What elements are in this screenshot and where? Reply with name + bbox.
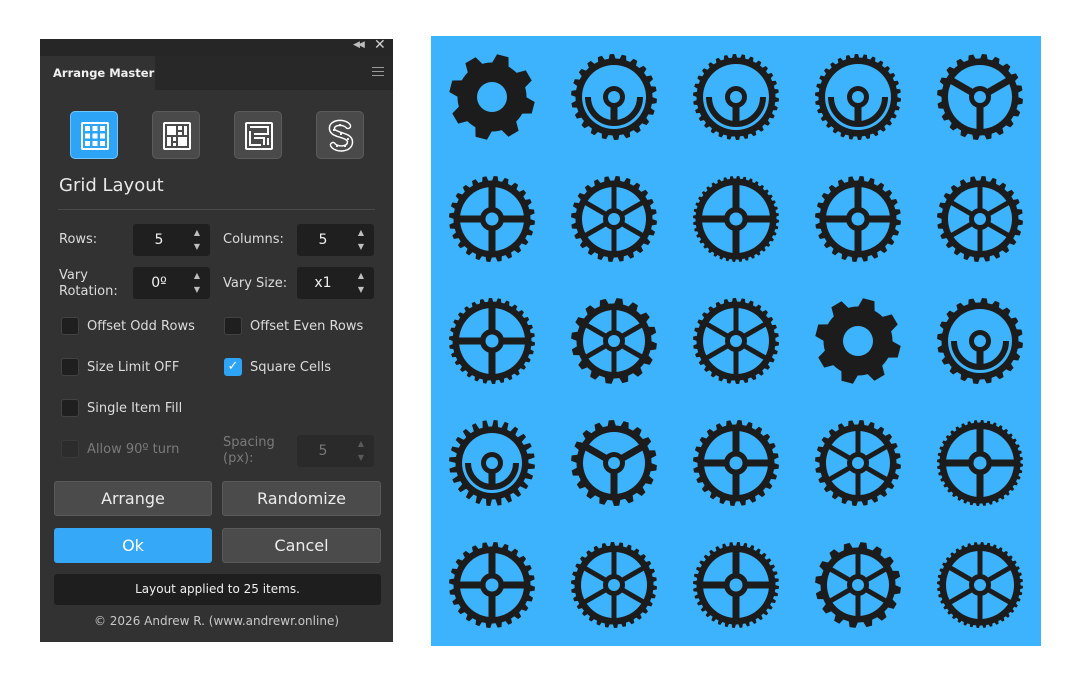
spacing-down-icon: ▼ [357,453,365,462]
gear-icon[interactable] [935,540,1025,630]
gear-icon[interactable] [935,52,1025,142]
square-cells-label[interactable]: Square Cells [250,360,331,376]
grid-layout-mode-button[interactable] [70,111,118,159]
gear-icon[interactable] [813,540,903,630]
panel-title-bar: ◀◀ ✕ [40,37,393,56]
panel-tab-strip: Arrange Master [40,56,393,90]
gear-icon[interactable] [447,52,537,142]
vary-rotation-down-icon[interactable]: ▼ [191,284,203,296]
section-divider [58,209,375,210]
ok-button[interactable]: Ok [54,528,212,563]
gear-icon[interactable] [691,52,781,142]
size-limit-label[interactable]: Size Limit OFF [87,360,179,376]
arrange-master-panel: ◀◀ ✕ Arrange Master Grid Layout Rows: 5 … [40,37,393,642]
single-item-fill-label[interactable]: Single Item Fill [87,401,182,417]
tab-arrange-master[interactable]: Arrange Master [40,56,155,90]
square-cells-checkbox[interactable]: ✓ [224,358,242,376]
rows-down-icon[interactable]: ▼ [191,241,203,253]
gear-icon[interactable] [447,540,537,630]
columns-down-icon[interactable]: ▼ [355,241,367,253]
gear-icon[interactable] [691,296,781,386]
vary-rotation-label-line2: Rotation: [59,284,118,299]
vary-rotation-label: Vary Rotation: [59,268,118,300]
offset-odd-rows-checkbox[interactable] [61,317,79,335]
vary-size-down-icon[interactable]: ▼ [355,284,367,296]
randomize-button[interactable]: Randomize [222,481,381,516]
spacing-stepper: 5 ▲ ▼ [297,435,374,467]
allow-90-turn-label: Allow 90º turn [87,442,180,457]
gear-icon[interactable] [569,540,659,630]
offset-even-rows-checkbox[interactable] [224,317,242,335]
spacing-up-icon: ▲ [357,439,365,448]
checkmark-icon: ✓ [227,359,239,374]
gear-icon[interactable] [813,174,903,264]
vary-size-value[interactable]: x1 [297,267,349,299]
rows-value[interactable]: 5 [133,224,185,256]
cancel-button[interactable]: Cancel [222,528,381,563]
vary-rotation-label-line1: Vary [59,268,88,283]
gear-icon[interactable] [691,418,781,508]
gear-icon[interactable] [691,540,781,630]
close-icon[interactable]: ✕ [374,37,386,53]
columns-label: Columns: [223,232,284,247]
gear-icon[interactable] [813,296,903,386]
columns-stepper[interactable]: 5 ▲ ▼ [297,224,374,256]
collapse-icon[interactable]: ◀◀ [353,40,365,50]
path-s-icon [328,119,354,152]
vary-rotation-value[interactable]: 0º [133,267,185,299]
tab-label: Arrange Master [53,66,155,80]
gear-icon[interactable] [447,418,537,508]
allow-90-turn-checkbox [61,440,79,458]
columns-up-icon[interactable]: ▲ [355,227,367,239]
columns-value[interactable]: 5 [297,224,349,256]
artboard-canvas[interactable] [431,36,1041,646]
panel-menu-icon[interactable] [372,67,384,77]
path-layout-mode-button[interactable] [316,111,364,159]
gear-icon[interactable] [447,174,537,264]
gear-icon[interactable] [935,418,1025,508]
spacing-label-line2: (px): [223,451,254,466]
copyright-text: © 2026 Andrew R. (www.andrewr.online) [93,614,340,628]
arrange-button[interactable]: Arrange [54,481,212,516]
gear-icon[interactable] [569,296,659,386]
gear-icon[interactable] [569,418,659,508]
gear-icon[interactable] [813,52,903,142]
vary-size-stepper[interactable]: x1 ▲ ▼ [297,267,374,299]
rows-label: Rows: [59,232,98,247]
size-limit-checkbox[interactable] [61,358,79,376]
vary-size-up-icon[interactable]: ▲ [355,270,367,282]
gear-icon[interactable] [569,174,659,264]
gear-icon[interactable] [935,174,1025,264]
gear-icon[interactable] [691,174,781,264]
rows-stepper[interactable]: 5 ▲ ▼ [133,224,210,256]
single-item-fill-checkbox[interactable] [61,399,79,417]
status-bar: Layout applied to 25 items. [54,574,381,605]
vary-rotation-up-icon[interactable]: ▲ [191,270,203,282]
gear-icon[interactable] [569,52,659,142]
grid-icon [81,122,109,150]
mosaic-layout-mode-button[interactable] [152,111,200,159]
gear-icon[interactable] [935,296,1025,386]
section-title: Grid Layout [59,175,164,196]
spacing-label-line1: Spacing [223,435,275,450]
vary-rotation-stepper[interactable]: 0º ▲ ▼ [133,267,210,299]
offset-odd-rows-label[interactable]: Offset Odd Rows [87,319,195,335]
spacing-label: Spacing (px): [223,435,275,467]
maze-icon [245,122,273,150]
gear-icon[interactable] [447,296,537,386]
vary-size-label: Vary Size: [223,276,288,291]
rows-up-icon[interactable]: ▲ [191,227,203,239]
mosaic-icon [163,122,191,150]
spacing-value: 5 [318,443,328,459]
maze-layout-mode-button[interactable] [234,111,282,159]
gear-icon[interactable] [813,418,903,508]
offset-even-rows-label[interactable]: Offset Even Rows [250,319,363,335]
